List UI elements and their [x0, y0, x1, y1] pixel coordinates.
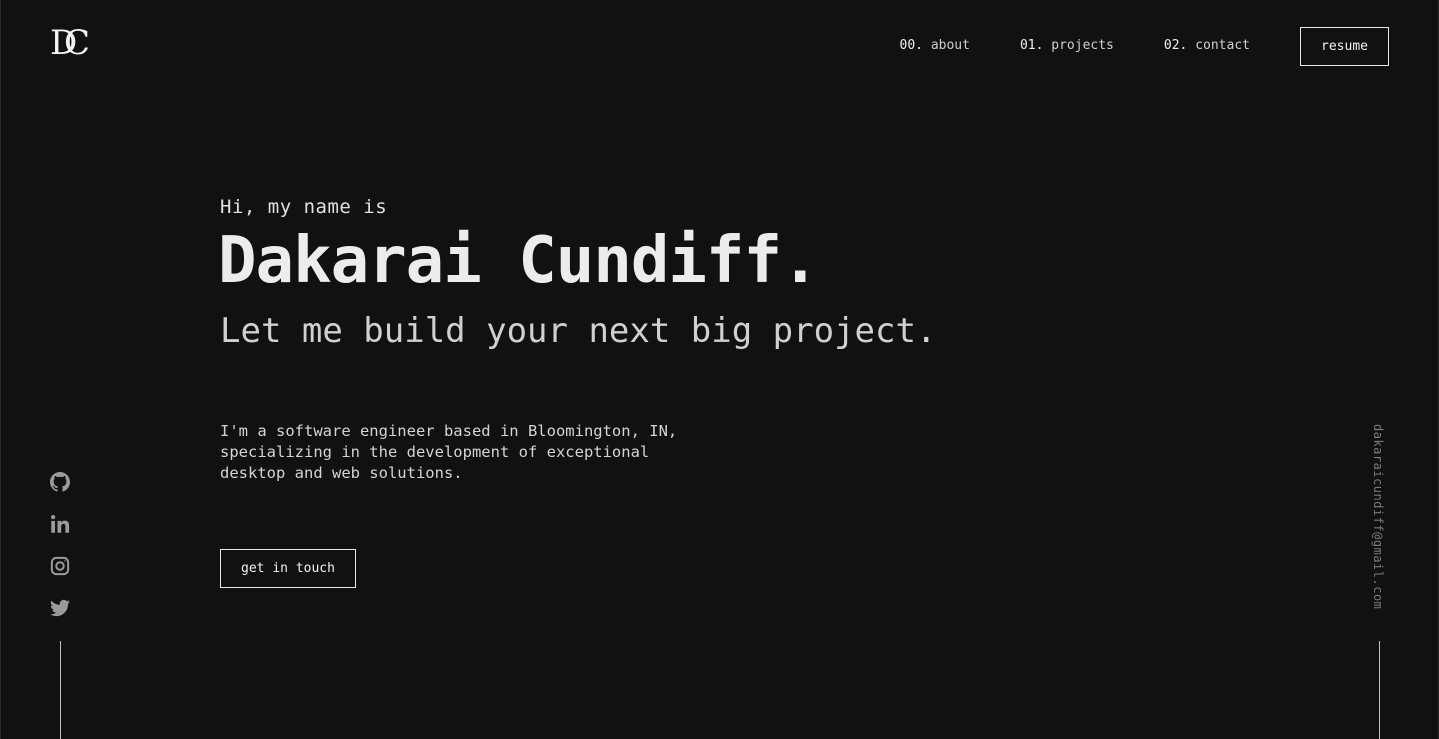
nav-item-projects[interactable]: 01. projects — [1020, 38, 1114, 53]
logo-letter-c: C — [64, 23, 91, 63]
social-links — [50, 472, 70, 640]
nav-item-about[interactable]: 00. about — [900, 38, 970, 53]
nav-item-label: about — [930, 38, 970, 53]
left-vertical-line — [60, 641, 61, 739]
nav-item-label: projects — [1051, 38, 1114, 53]
hero-greeting: Hi, my name is — [220, 196, 388, 218]
bio-line: specializing in the development of excep… — [220, 443, 650, 461]
hero-name: Dakarai Cundiff. — [218, 224, 819, 298]
hero-bio: I'm a software engineer based in Bloomin… — [220, 421, 740, 484]
page-frame — [0, 0, 1439, 739]
hero-tagline: Let me build your next big project. — [220, 311, 937, 351]
get-in-touch-button[interactable]: get in touch — [220, 549, 356, 588]
nav-item-number: 02. — [1163, 38, 1188, 53]
bio-line: I'm a software engineer based in Bloomin… — [220, 422, 678, 440]
nav-item-number: 01. — [1019, 38, 1044, 53]
bio-line: desktop and web solutions. — [220, 464, 463, 482]
nav-item-contact[interactable]: 02. contact — [1164, 38, 1250, 53]
instagram-icon[interactable] — [50, 556, 70, 576]
resume-button[interactable]: resume — [1300, 27, 1389, 66]
linkedin-icon[interactable] — [50, 514, 70, 534]
right-vertical-line — [1379, 641, 1380, 739]
dc-logo[interactable]: D C — [50, 23, 92, 63]
top-nav: 00. about 01. projects 02. contact — [900, 38, 1251, 53]
nav-item-number: 00. — [899, 38, 923, 53]
github-icon[interactable] — [50, 472, 70, 492]
nav-item-label: contact — [1195, 38, 1250, 53]
email-link[interactable]: dakaraicundiff@gmail.com — [1371, 424, 1385, 609]
twitter-icon[interactable] — [50, 598, 70, 618]
